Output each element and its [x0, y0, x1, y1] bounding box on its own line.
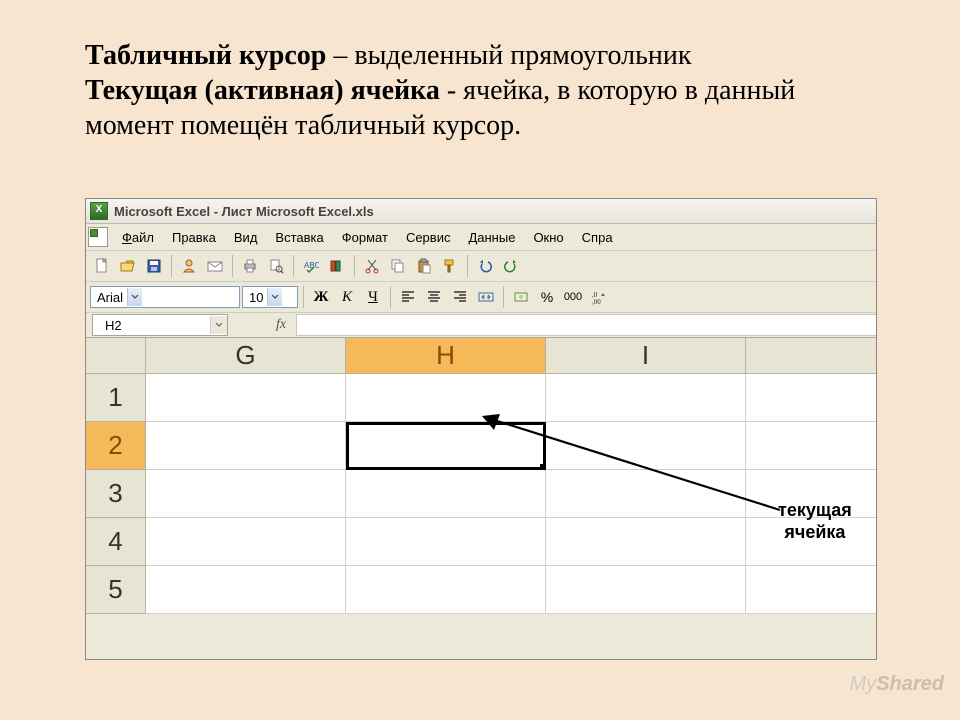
separator: [171, 255, 172, 277]
permission-button[interactable]: [177, 254, 201, 278]
percent-button[interactable]: %: [535, 285, 559, 309]
cell[interactable]: [146, 566, 346, 614]
cell[interactable]: [146, 518, 346, 566]
name-box[interactable]: H2: [92, 314, 228, 336]
formatting-toolbar: Arial 10 Ж К Ч % 000 ,0,00: [86, 282, 876, 313]
italic-button[interactable]: К: [335, 285, 359, 309]
workbook-icon: [88, 227, 108, 247]
chevron-down-icon: [267, 288, 282, 306]
paste-button[interactable]: [412, 254, 436, 278]
menu-help[interactable]: Спра: [574, 227, 621, 248]
cell[interactable]: [546, 374, 746, 422]
font-name-combo[interactable]: Arial: [90, 286, 240, 308]
email-button[interactable]: [203, 254, 227, 278]
comma-style-button[interactable]: 000: [561, 285, 585, 309]
cell[interactable]: [546, 518, 746, 566]
cell[interactable]: [746, 422, 877, 470]
redo-button[interactable]: [499, 254, 523, 278]
excel-app-icon: X: [90, 202, 108, 220]
slide-text: Табличный курсор – выделенный прямоуголь…: [85, 38, 885, 143]
font-size-value: 10: [249, 290, 263, 305]
undo-button[interactable]: [473, 254, 497, 278]
col-header-g[interactable]: G: [146, 338, 346, 374]
row-header-4[interactable]: 4: [86, 518, 146, 566]
merge-center-button[interactable]: [474, 285, 498, 309]
row-header-2[interactable]: 2: [86, 422, 146, 470]
separator: [232, 255, 233, 277]
callout-current-cell: текущая ячейка: [778, 500, 852, 543]
research-button[interactable]: [325, 254, 349, 278]
cell[interactable]: [546, 566, 746, 614]
cell[interactable]: [346, 374, 546, 422]
format-painter-button[interactable]: [438, 254, 462, 278]
select-all-corner[interactable]: [86, 338, 146, 374]
cell[interactable]: [346, 566, 546, 614]
print-button[interactable]: [238, 254, 262, 278]
menu-window[interactable]: Окно: [525, 227, 571, 248]
formula-bar[interactable]: [296, 314, 876, 336]
print-preview-button[interactable]: [264, 254, 288, 278]
row-header-3[interactable]: 3: [86, 470, 146, 518]
save-button[interactable]: [142, 254, 166, 278]
window-title: Microsoft Excel - Лист Microsoft Excel.x…: [114, 204, 374, 219]
cell-h2[interactable]: [346, 422, 546, 470]
spelling-button[interactable]: ABC: [299, 254, 323, 278]
cell[interactable]: [746, 566, 877, 614]
row-header-1[interactable]: 1: [86, 374, 146, 422]
new-button[interactable]: [90, 254, 114, 278]
separator: [293, 255, 294, 277]
menu-view[interactable]: Вид: [226, 227, 266, 248]
separator: [303, 286, 304, 308]
open-button[interactable]: [116, 254, 140, 278]
watermark: MyShared: [850, 673, 944, 696]
cell[interactable]: [146, 422, 346, 470]
font-size-combo[interactable]: 10: [242, 286, 298, 308]
cell[interactable]: [546, 422, 746, 470]
col-header-h[interactable]: H: [346, 338, 546, 374]
font-name-value: Arial: [97, 290, 123, 305]
bold-button[interactable]: Ж: [309, 285, 333, 309]
formula-bar-row: H2 fx: [86, 313, 876, 338]
menubar: Файл Правка Вид Вставка Формат Сервис Да…: [86, 224, 876, 251]
row-header-5[interactable]: 5: [86, 566, 146, 614]
menu-file[interactable]: Файл: [114, 227, 162, 248]
standard-toolbar: ABC: [86, 251, 876, 282]
name-box-value: H2: [105, 318, 122, 333]
cut-button[interactable]: [360, 254, 384, 278]
align-right-button[interactable]: [448, 285, 472, 309]
menu-data[interactable]: Данные: [460, 227, 523, 248]
separator: [467, 255, 468, 277]
separator: [354, 255, 355, 277]
col-header-i[interactable]: I: [546, 338, 746, 374]
cell[interactable]: [746, 374, 877, 422]
term-active-cell: Текущая (активная) ячейка: [85, 75, 440, 106]
svg-text:,00: ,00: [592, 298, 601, 305]
currency-button[interactable]: [509, 285, 533, 309]
menu-insert[interactable]: Вставка: [267, 227, 331, 248]
menu-tools[interactable]: Сервис: [398, 227, 459, 248]
titlebar: X Microsoft Excel - Лист Microsoft Excel…: [86, 199, 876, 224]
align-center-button[interactable]: [422, 285, 446, 309]
underline-button[interactable]: Ч: [361, 285, 385, 309]
worksheet-grid[interactable]: G H I 1 2 3 4 5: [86, 338, 876, 614]
separator: [390, 286, 391, 308]
term-table-cursor: Табличный курсор: [85, 40, 326, 71]
cell[interactable]: [146, 470, 346, 518]
cell[interactable]: [346, 470, 546, 518]
chevron-down-icon: [210, 316, 227, 334]
menu-edit[interactable]: Правка: [164, 227, 224, 248]
fx-label[interactable]: fx: [268, 317, 294, 333]
menu-format[interactable]: Формат: [334, 227, 396, 248]
col-header-next[interactable]: [746, 338, 877, 374]
cell[interactable]: [346, 518, 546, 566]
excel-window: X Microsoft Excel - Лист Microsoft Excel…: [85, 198, 877, 660]
align-left-button[interactable]: [396, 285, 420, 309]
copy-button[interactable]: [386, 254, 410, 278]
separator: [503, 286, 504, 308]
cell[interactable]: [146, 374, 346, 422]
chevron-down-icon: [127, 288, 142, 306]
increase-decimal-button[interactable]: ,0,00: [587, 285, 611, 309]
cell[interactable]: [546, 470, 746, 518]
